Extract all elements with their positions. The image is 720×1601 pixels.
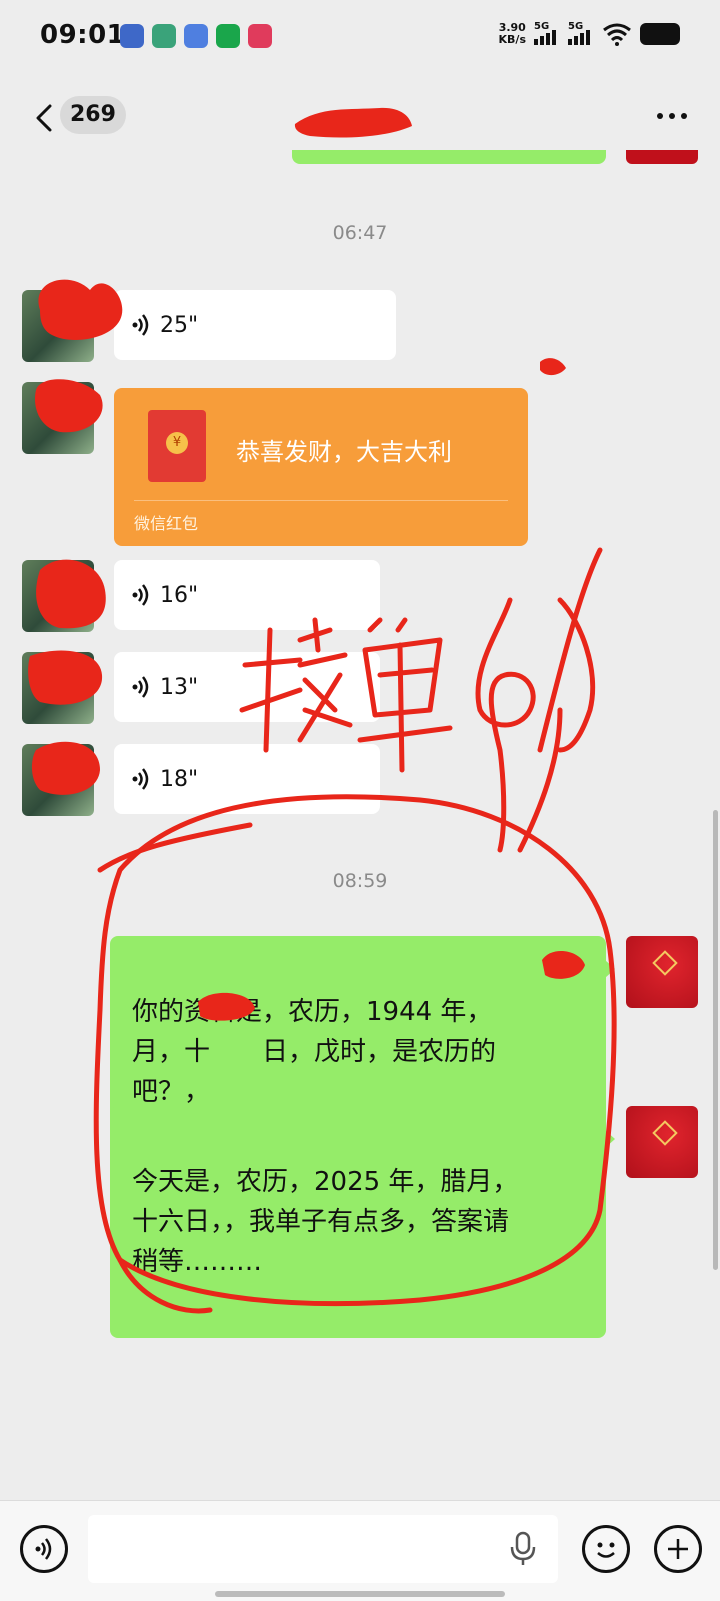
- voice-message[interactable]: 18": [114, 744, 380, 814]
- video-icon: [248, 24, 272, 48]
- contact-avatar[interactable]: [22, 560, 94, 632]
- app-icon: [184, 24, 208, 48]
- weather-icon: [120, 24, 144, 48]
- redacted-contact-name: [294, 107, 412, 138]
- contact-avatar[interactable]: [22, 744, 94, 816]
- contact-avatar[interactable]: [22, 290, 94, 362]
- timestamp: 08:59: [332, 870, 388, 892]
- my-avatar[interactable]: [626, 1106, 698, 1178]
- scrollbar[interactable]: [713, 810, 718, 1270]
- voice-icon: [132, 314, 149, 336]
- contact-avatar[interactable]: [22, 382, 94, 454]
- contact-avatar[interactable]: [22, 652, 94, 724]
- voice-message[interactable]: 16": [114, 560, 380, 630]
- sent-bubble-partial: [292, 150, 606, 164]
- unread-count-badge[interactable]: 269: [60, 96, 126, 134]
- voice-duration: 13": [160, 674, 199, 700]
- timestamp: 06:47: [332, 222, 388, 244]
- red-packet-wish: 恭喜发财，大吉大利: [236, 438, 452, 466]
- microphone-icon[interactable]: [508, 1529, 538, 1569]
- wifi-icon: [603, 23, 631, 46]
- sent-message[interactable]: 今天是，农历，2025 年，腊月， 十六日，，我单子有点多，答案请 稍等………: [110, 1106, 615, 1338]
- status-indicators: 3.90 KB/s 5G 5G: [498, 21, 680, 46]
- signal-icon: 5G: [568, 21, 594, 45]
- voice-icon: [35, 1538, 52, 1560]
- voice-icon: [132, 676, 149, 698]
- message-list[interactable]: 06:47 25" ¥ 恭喜发财，大吉大利 微信红包 16" 13" 18" 0…: [0, 150, 720, 1500]
- network-speed: 3.90 KB/s: [498, 21, 526, 46]
- message-text: 今天是，农历，2025 年，腊月， 十六日，，我单子有点多，答案请 稍等………: [132, 1167, 519, 1277]
- music-icon: [216, 24, 240, 48]
- voice-duration: 18": [160, 766, 199, 792]
- chat-header: 269: [0, 74, 720, 160]
- app-icon: [152, 24, 176, 48]
- message-text: 你的资料是，农历，1944 年， 月，十 日，戊时，是农历的 吧？，: [132, 997, 497, 1107]
- red-envelope-icon: ¥: [148, 410, 206, 482]
- my-avatar-partial: [626, 150, 698, 164]
- more-icon[interactable]: [652, 96, 692, 136]
- voice-message[interactable]: 25": [114, 290, 396, 360]
- voice-toggle-button[interactable]: [20, 1525, 68, 1573]
- input-bar: [0, 1500, 720, 1601]
- red-packet-label: 微信红包: [134, 514, 199, 533]
- emoji-icon: [597, 1542, 615, 1558]
- voice-duration: 16": [160, 582, 199, 608]
- battery-icon: [640, 23, 680, 45]
- clock: 09:01: [40, 20, 126, 50]
- voice-icon: [132, 768, 149, 790]
- voice-duration: 25": [160, 312, 199, 338]
- home-indicator[interactable]: [215, 1591, 505, 1597]
- red-packet-message[interactable]: ¥ 恭喜发财，大吉大利 微信红包: [114, 388, 528, 546]
- notification-icons: [120, 24, 272, 48]
- voice-icon: [132, 584, 149, 606]
- message-input[interactable]: [88, 1515, 558, 1583]
- status-bar: 09:01 3.90 KB/s 5G 5G: [0, 0, 720, 74]
- signal-icon: 5G: [534, 21, 560, 45]
- more-actions-button[interactable]: [654, 1525, 702, 1573]
- emoji-button[interactable]: [582, 1525, 630, 1573]
- my-avatar[interactable]: [626, 936, 698, 1008]
- voice-message[interactable]: 13": [114, 652, 380, 722]
- plus-icon: [668, 1539, 688, 1559]
